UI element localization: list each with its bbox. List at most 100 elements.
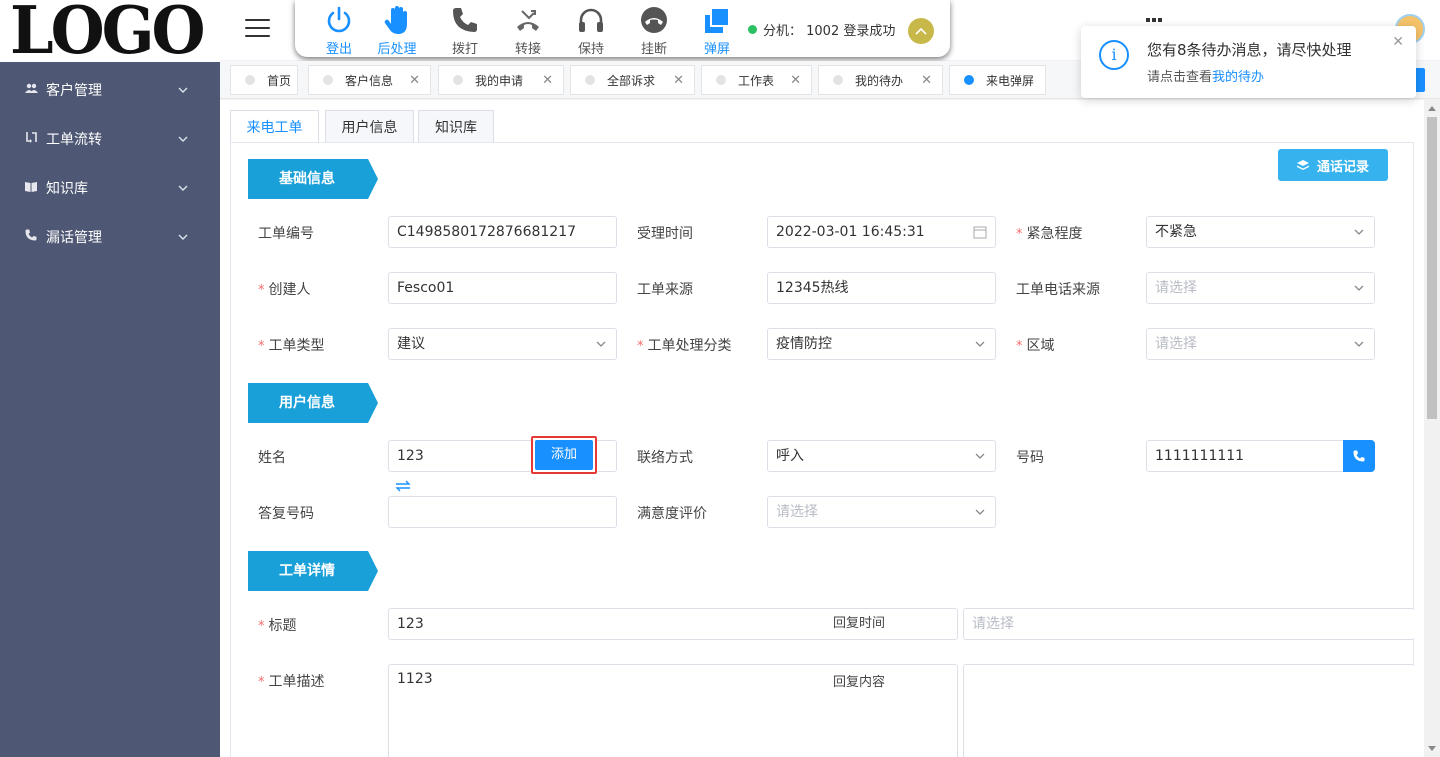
call-log-button[interactable]: 通话记录: [1278, 149, 1388, 181]
reply-time-placeholder: 请选择: [972, 616, 1014, 632]
scroll-up-icon[interactable]: [1428, 106, 1436, 111]
order-no-input[interactable]: C1498580172876681217: [388, 216, 617, 248]
call-button[interactable]: [1343, 440, 1375, 472]
hand-icon: [384, 6, 407, 34]
creator-input[interactable]: Fesco01: [388, 272, 617, 304]
close-icon[interactable]: ✕: [673, 73, 684, 88]
section-basic-info: 基础信息: [248, 159, 378, 199]
reply-number-input[interactable]: [388, 496, 617, 528]
chevron-down-icon: [1354, 285, 1364, 291]
section-title: 基础信息: [279, 171, 335, 187]
tab-dot-icon: [323, 75, 333, 85]
urgency-select[interactable]: 不紧急: [1146, 216, 1375, 248]
reply-number-label: 答复号码: [258, 506, 314, 522]
type-label: * 工单类型: [258, 338, 325, 354]
tab-my-applications[interactable]: 我的申请 ✕: [438, 65, 564, 95]
swap-icon[interactable]: [394, 479, 412, 493]
tab-my-todo[interactable]: 我的待办 ✕: [818, 65, 943, 95]
tab-customer-info[interactable]: 客户信息 ✕: [308, 65, 431, 95]
layers-icon: [1296, 159, 1309, 170]
tab-worksheet[interactable]: 工作表 ✕: [701, 65, 812, 95]
title-label: * 标题: [258, 618, 297, 634]
tab-label: 工作表: [738, 73, 775, 88]
chevron-down-icon: [975, 453, 985, 459]
number-input[interactable]: 1111111111: [1146, 440, 1345, 472]
tab-incoming-popup[interactable]: 来电弹屏: [949, 65, 1046, 95]
area-select[interactable]: 请选择: [1146, 328, 1375, 360]
phone-source-label: 工单电话来源: [1016, 282, 1100, 298]
sidebar-item-missed-calls[interactable]: 漏话管理: [0, 212, 220, 261]
source-input[interactable]: 12345热线: [767, 272, 996, 304]
name-label: 姓名: [258, 450, 286, 466]
satisfaction-select[interactable]: 请选择: [767, 496, 996, 528]
add-button[interactable]: 添加: [531, 436, 597, 474]
reply-time-input[interactable]: 请选择: [963, 608, 1415, 640]
todo-notification: i 您有8条待办消息，请尽快处理 请点击查看我的待办 ✕: [1081, 26, 1416, 98]
contact-label: 联络方式: [637, 450, 693, 466]
tab-dot-icon: [716, 75, 726, 85]
close-icon[interactable]: ✕: [409, 73, 420, 88]
scroll-down-icon[interactable]: [1428, 746, 1436, 751]
dial-button[interactable]: 拨打: [439, 4, 491, 57]
chevron-down-icon: [1354, 229, 1364, 235]
logo: LOGO: [0, 0, 220, 62]
logout-button[interactable]: 登出: [313, 4, 365, 57]
hold-label: 保持: [577, 42, 604, 57]
transfer-button[interactable]: 转接: [502, 4, 554, 57]
agent-status-text: 分机： 1002 登录成功: [763, 24, 896, 39]
hangup-icon: [641, 7, 667, 33]
work-order-panel: 通话记录 基础信息 工单编号 C1498580172876681217 受理时间…: [230, 142, 1415, 757]
desc-textarea[interactable]: 1123 回复内容: [388, 664, 958, 757]
close-icon[interactable]: ✕: [1392, 34, 1404, 50]
scrollbar-thumb[interactable]: [1427, 117, 1437, 419]
hold-button[interactable]: 保持: [565, 4, 617, 57]
sidebar-item-knowledge[interactable]: 知识库: [0, 163, 220, 212]
tab-dot-icon: [964, 75, 974, 85]
close-icon[interactable]: ✕: [542, 73, 553, 88]
category-value: 疫情防控: [776, 336, 832, 352]
type-select[interactable]: 建议: [388, 328, 617, 360]
tab-user-info[interactable]: 用户信息: [325, 110, 414, 143]
tab-home[interactable]: 首页: [230, 65, 298, 95]
type-value: 建议: [397, 336, 425, 352]
phone-icon: [453, 8, 477, 32]
category-label: * 工单处理分类: [637, 338, 732, 354]
tab-all-requests[interactable]: 全部诉求 ✕: [570, 65, 695, 95]
menu-toggle-icon[interactable]: [245, 19, 270, 39]
my-todo-link[interactable]: 我的待办: [1212, 70, 1264, 85]
call-log-label: 通话记录: [1316, 159, 1369, 175]
reply-content-textarea[interactable]: [963, 664, 1415, 757]
popup-button[interactable]: 弹屏: [691, 4, 743, 57]
chevron-down-icon: [178, 136, 188, 142]
sidebar-item-customer[interactable]: 客户管理: [0, 65, 220, 114]
post-process-label: 后处理: [377, 42, 417, 57]
tab-dot-icon: [245, 75, 255, 85]
title-input[interactable]: 123 回复时间: [388, 608, 958, 640]
hangup-button[interactable]: 挂断: [628, 4, 680, 57]
sidebar-item-workflow[interactable]: 工单流转: [0, 114, 220, 163]
tab-knowledge[interactable]: 知识库: [418, 110, 494, 143]
area-placeholder: 请选择: [1155, 336, 1197, 352]
page-scrollbar[interactable]: [1424, 100, 1440, 757]
order-no-label: 工单编号: [258, 226, 314, 242]
accept-time-input[interactable]: 2022-03-01 16:45:31: [767, 216, 996, 248]
tab-incoming-order[interactable]: 来电工单: [230, 110, 319, 143]
users-icon: [24, 83, 38, 96]
category-select[interactable]: 疫情防控: [767, 328, 996, 360]
collapse-toolbar-button[interactable]: [908, 18, 934, 44]
source-label: 工单来源: [637, 282, 693, 298]
section-user-info: 用户信息: [248, 383, 378, 423]
tab-dot-icon: [453, 75, 463, 85]
headset-icon: [579, 8, 603, 32]
close-icon[interactable]: ✕: [790, 73, 801, 88]
power-icon: [327, 6, 351, 33]
chevron-down-icon: [975, 341, 985, 347]
desc-label: * 工单描述: [258, 674, 325, 690]
phone-source-select[interactable]: 请选择: [1146, 272, 1375, 304]
contact-select[interactable]: 呼入: [767, 440, 996, 472]
transfer-icon: [24, 131, 38, 146]
section-title: 工单详情: [279, 563, 335, 579]
post-process-button[interactable]: 后处理: [371, 4, 423, 57]
close-icon[interactable]: ✕: [921, 73, 932, 88]
agent-status: 分机： 1002 登录成功: [748, 20, 895, 39]
